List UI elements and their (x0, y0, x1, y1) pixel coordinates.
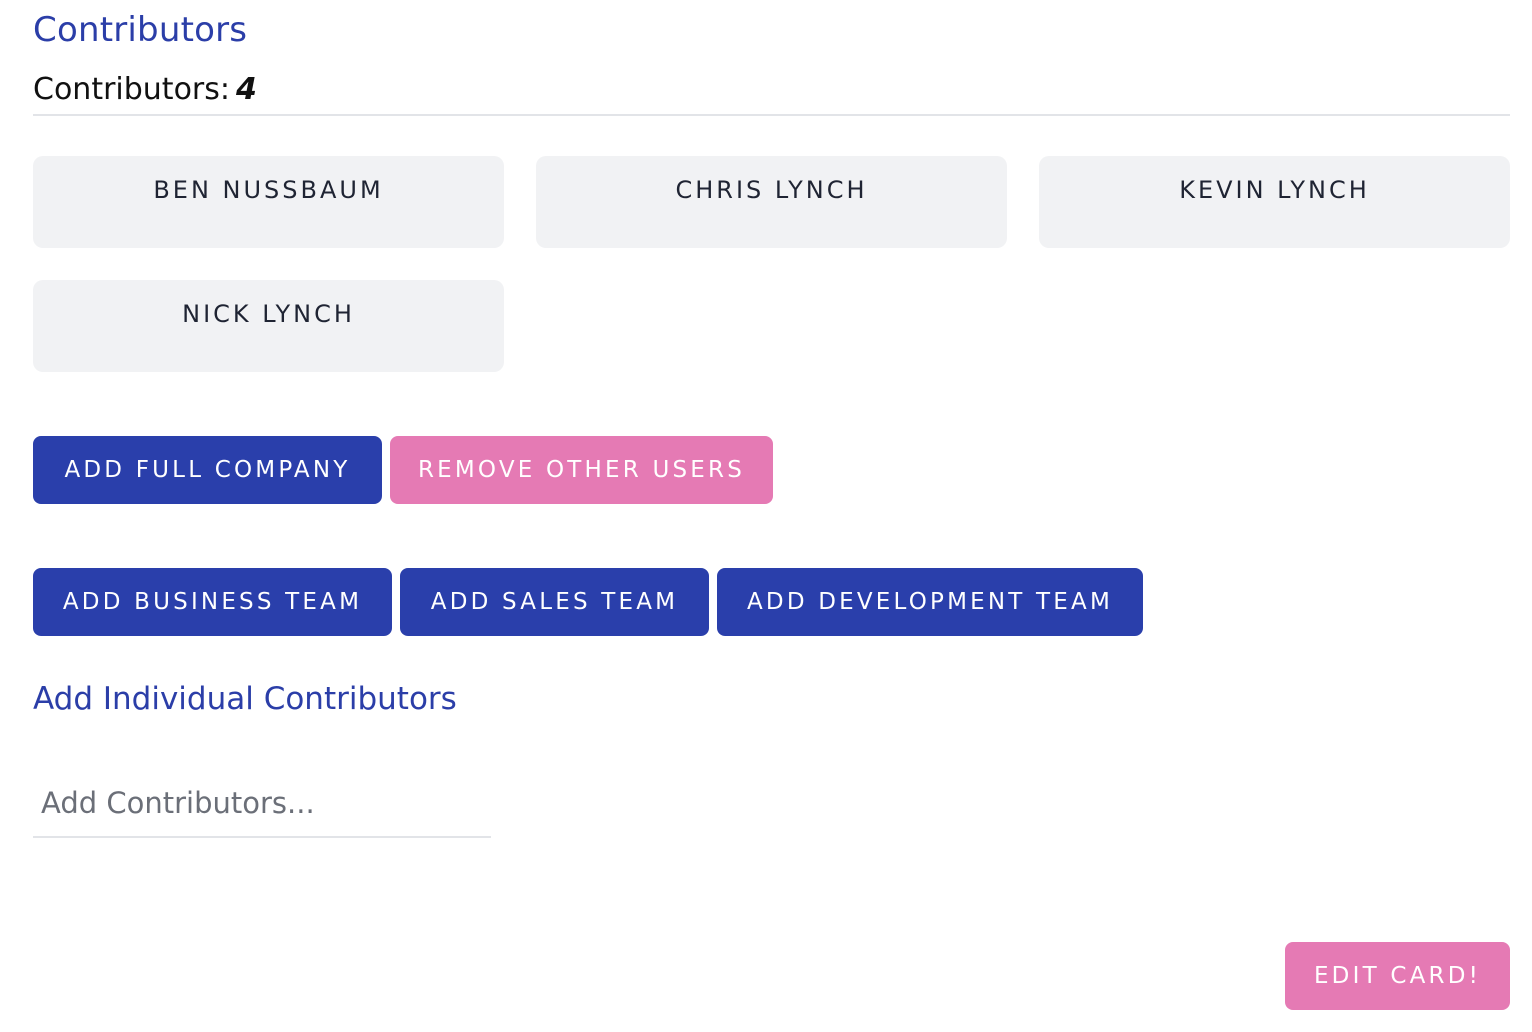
contributor-count: Contributors: 4 (33, 70, 1510, 116)
team-actions: ADD BUSINESS TEAM ADD SALES TEAM ADD DEV… (33, 568, 1143, 636)
contributors-page: Contributors Contributors: 4 BEN NUSSBAUM… (0, 0, 1532, 1032)
company-actions: ADD FULL COMPANY REMOVE OTHER USERS (33, 436, 773, 504)
add-contributors-field (33, 772, 491, 838)
contributor-name: CHRIS LYNCH (675, 176, 868, 204)
add-full-company-button[interactable]: ADD FULL COMPANY (33, 436, 382, 504)
contributor-grid: BEN NUSSBAUM CHRIS LYNCH KEVIN LYNCH NIC… (33, 156, 1510, 372)
contributor-card[interactable]: KEVIN LYNCH (1039, 156, 1510, 248)
edit-card-button[interactable]: EDIT CARD! (1285, 942, 1510, 1010)
contributor-card[interactable]: CHRIS LYNCH (536, 156, 1007, 248)
contributor-name: BEN NUSSBAUM (153, 176, 384, 204)
section-title: Contributors (33, 10, 248, 50)
add-individual-title: Add Individual Contributors (33, 681, 457, 717)
contributor-name: KEVIN LYNCH (1179, 176, 1370, 204)
add-development-team-button[interactable]: ADD DEVELOPMENT TEAM (717, 568, 1143, 636)
contributor-count-value: 4 (236, 72, 257, 107)
contributor-card[interactable]: BEN NUSSBAUM (33, 156, 504, 248)
add-business-team-button[interactable]: ADD BUSINESS TEAM (33, 568, 392, 636)
add-sales-team-button[interactable]: ADD SALES TEAM (400, 568, 709, 636)
contributor-name: NICK LYNCH (182, 300, 355, 328)
remove-other-users-button[interactable]: REMOVE OTHER USERS (390, 436, 773, 504)
add-contributors-input[interactable] (33, 772, 491, 834)
contributor-count-label: Contributors: (33, 72, 230, 107)
contributor-card[interactable]: NICK LYNCH (33, 280, 504, 372)
